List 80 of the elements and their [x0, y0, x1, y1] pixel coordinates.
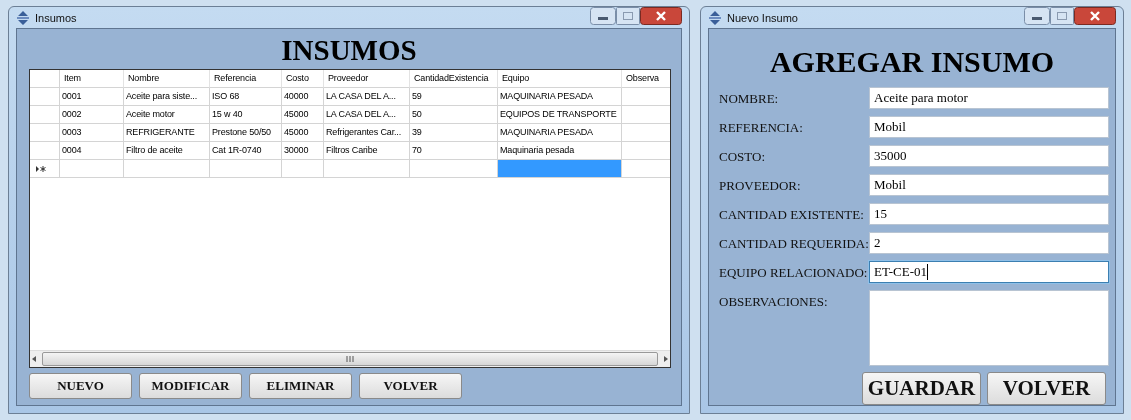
column-header[interactable]: Costo — [282, 70, 324, 88]
table-cell: Cat 1R-0740 — [210, 142, 282, 160]
scroll-right-icon[interactable] — [662, 355, 670, 363]
minimize-icon[interactable] — [1024, 7, 1050, 25]
action-button[interactable]: ELIMINAR — [249, 373, 352, 399]
field-label: CANTIDAD EXISTENTE: — [719, 206, 865, 224]
column-header[interactable]: Nombre — [124, 70, 210, 88]
app-icon — [708, 10, 722, 25]
field-label: OBSERVACIONES: — [719, 293, 829, 311]
table-cell: Refrigerantes Car... — [324, 124, 410, 142]
table-cell: 39 — [410, 124, 498, 142]
table-cell: LA CASA DEL A... — [324, 106, 410, 124]
form-heading: AGREGAR INSUMO — [769, 45, 1055, 79]
action-button[interactable]: MODIFICAR — [139, 373, 242, 399]
table-cell[interactable] — [60, 160, 124, 178]
table-cell: 0004 — [60, 142, 124, 160]
new-row-icon — [36, 164, 47, 173]
table-cell: 30000 — [282, 142, 324, 160]
maximize-icon[interactable] — [616, 7, 640, 25]
close-icon[interactable] — [1074, 7, 1116, 25]
input-field[interactable]: 15 — [869, 203, 1109, 225]
scroll-left-icon[interactable] — [30, 355, 38, 363]
table-cell: 45000 — [282, 106, 324, 124]
table-cell: Aceite para siste... — [124, 88, 210, 106]
window-title: Insumos — [35, 11, 78, 24]
table-cell[interactable] — [210, 160, 282, 178]
table-cell: ISO 68 — [210, 88, 282, 106]
table-cell[interactable] — [498, 160, 622, 178]
table-cell: MAQUINARIA PESADA — [498, 88, 622, 106]
table-cell: 70 — [410, 142, 498, 160]
row-header[interactable] — [30, 160, 60, 178]
table-cell: 40000 — [282, 88, 324, 106]
column-header[interactable]: Item — [60, 70, 124, 88]
field-label: EQUIPO RELACIONADO: — [719, 264, 869, 282]
input-field[interactable] — [869, 290, 1109, 366]
horizontal-scrollbar[interactable] — [30, 350, 670, 367]
column-header[interactable]: Referencia — [210, 70, 282, 88]
app-icon — [16, 10, 30, 25]
table-cell: Filtros Caribe — [324, 142, 410, 160]
close-icon[interactable] — [640, 7, 682, 25]
field-label: PROVEEDOR: — [719, 177, 802, 195]
table-cell[interactable] — [324, 160, 410, 178]
input-field[interactable]: 2 — [869, 232, 1109, 254]
input-field[interactable]: ET-CE-01 — [869, 261, 1109, 283]
grip-icon — [346, 356, 354, 362]
minimize-icon[interactable] — [590, 7, 616, 25]
column-header[interactable]: CantidadExistencia — [410, 70, 498, 88]
table-cell: MAQUINARIA PESADA — [498, 124, 622, 142]
action-button[interactable]: VOLVER — [987, 372, 1106, 405]
table-cell: 59 — [410, 88, 498, 106]
action-button[interactable]: VOLVER — [359, 373, 462, 399]
table-cell: Aceite motor — [124, 106, 210, 124]
action-button[interactable]: GUARDAR — [862, 372, 981, 405]
table-cell: 0002 — [60, 106, 124, 124]
table-cell[interactable] — [124, 160, 210, 178]
table-cell: Filtro de aceite — [124, 142, 210, 160]
window-title: Nuevo Insumo — [727, 11, 799, 24]
table-cell: LA CASA DEL A... — [324, 88, 410, 106]
page-heading: INSUMOS — [281, 33, 417, 67]
table-cell: REFRIGERANTE — [124, 124, 210, 142]
table-cell[interactable] — [282, 160, 324, 178]
table-cell: Prestone 50/50 — [210, 124, 282, 142]
input-field[interactable]: Aceite para motor — [869, 87, 1109, 109]
table-cell: 45000 — [282, 124, 324, 142]
column-header[interactable]: Equipo — [498, 70, 622, 88]
input-field[interactable]: 35000 — [869, 145, 1109, 167]
table-cell: 0003 — [60, 124, 124, 142]
table-cell: 15 w 40 — [210, 106, 282, 124]
column-header[interactable]: Proveedor — [324, 70, 410, 88]
input-field[interactable]: Mobil — [869, 174, 1109, 196]
field-label: NOMBRE: — [719, 90, 780, 108]
field-label: COSTO: — [719, 148, 766, 166]
table-cell: 0001 — [60, 88, 124, 106]
field-label: REFERENCIA: — [719, 119, 804, 137]
table-cell: EQUIPOS DE TRANSPORTE — [498, 106, 622, 124]
input-field[interactable]: Mobil — [869, 116, 1109, 138]
action-button[interactable]: NUEVO — [29, 373, 132, 399]
maximize-icon[interactable] — [1050, 7, 1074, 25]
field-label: CANTIDAD REQUERIDA: — [719, 235, 869, 253]
table-cell: 50 — [410, 106, 498, 124]
